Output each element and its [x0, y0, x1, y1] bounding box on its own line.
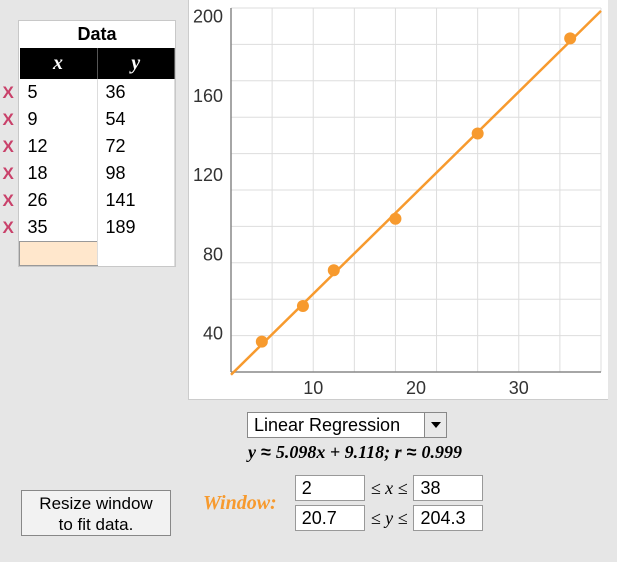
ymin-input[interactable]: [295, 505, 365, 531]
data-title: Data: [19, 21, 175, 48]
data-table: x y 5X369X5412X7218X9826X14135X189: [19, 48, 175, 266]
xmin-input[interactable]: [295, 475, 365, 501]
ymax-input[interactable]: [413, 505, 483, 531]
x-range-expr: ≤ x ≤: [371, 478, 408, 499]
delete-row-icon[interactable]: X: [3, 218, 14, 238]
delete-row-icon[interactable]: X: [3, 110, 14, 130]
delete-row-icon[interactable]: X: [3, 83, 14, 103]
svg-text:10: 10: [303, 378, 323, 398]
y-range-expr: ≤ y ≤: [371, 508, 408, 529]
svg-text:20: 20: [406, 378, 426, 398]
regression-dropdown[interactable]: Linear Regression: [247, 412, 447, 438]
x-cell[interactable]: 26X: [20, 187, 98, 214]
table-row: 12X72: [20, 133, 175, 160]
y-cell[interactable]: 141: [97, 187, 175, 214]
delete-row-icon[interactable]: X: [3, 164, 14, 184]
svg-text:40: 40: [203, 324, 223, 344]
y-cell[interactable]: 189: [97, 214, 175, 242]
x-cell[interactable]: 35X: [20, 214, 98, 242]
delete-row-icon[interactable]: X: [3, 191, 14, 211]
dropdown-label: Linear Regression: [254, 415, 400, 436]
table-row: 35X189: [20, 214, 175, 242]
y-input-cell[interactable]: [97, 242, 175, 266]
table-row-empty: [20, 242, 175, 266]
x-cell[interactable]: 18X: [20, 160, 98, 187]
table-row: 9X54: [20, 106, 175, 133]
x-cell[interactable]: 9X: [20, 106, 98, 133]
window-controls: Window: ≤ x ≤ ≤ y ≤: [203, 475, 483, 531]
resize-window-button[interactable]: Resize window to fit data.: [21, 490, 171, 536]
y-cell[interactable]: 98: [97, 160, 175, 187]
table-row: 18X98: [20, 160, 175, 187]
data-panel: Data x y 5X369X5412X7218X9826X14135X189: [18, 20, 176, 267]
y-cell[interactable]: 54: [97, 106, 175, 133]
chart: 10 20 30 40 80 120 160 200: [188, 0, 608, 400]
y-header: y: [97, 48, 175, 79]
window-label: Window:: [203, 492, 277, 515]
svg-text:80: 80: [203, 244, 223, 264]
delete-row-icon[interactable]: X: [3, 137, 14, 157]
x-input-cell[interactable]: [20, 242, 98, 266]
svg-text:30: 30: [509, 378, 529, 398]
chevron-down-icon: [424, 413, 446, 437]
svg-text:200: 200: [193, 7, 223, 27]
table-row: 26X141: [20, 187, 175, 214]
xmax-input[interactable]: [413, 475, 483, 501]
x-cell[interactable]: 5X: [20, 79, 98, 106]
x-header: x: [20, 48, 98, 79]
svg-text:160: 160: [193, 86, 223, 106]
y-cell[interactable]: 72: [97, 133, 175, 160]
svg-text:120: 120: [193, 165, 223, 185]
y-cell[interactable]: 36: [97, 79, 175, 106]
x-cell[interactable]: 12X: [20, 133, 98, 160]
table-row: 5X36: [20, 79, 175, 106]
regression-equation: y ≈ 5.098x + 9.118; r ≈ 0.999: [248, 442, 462, 463]
